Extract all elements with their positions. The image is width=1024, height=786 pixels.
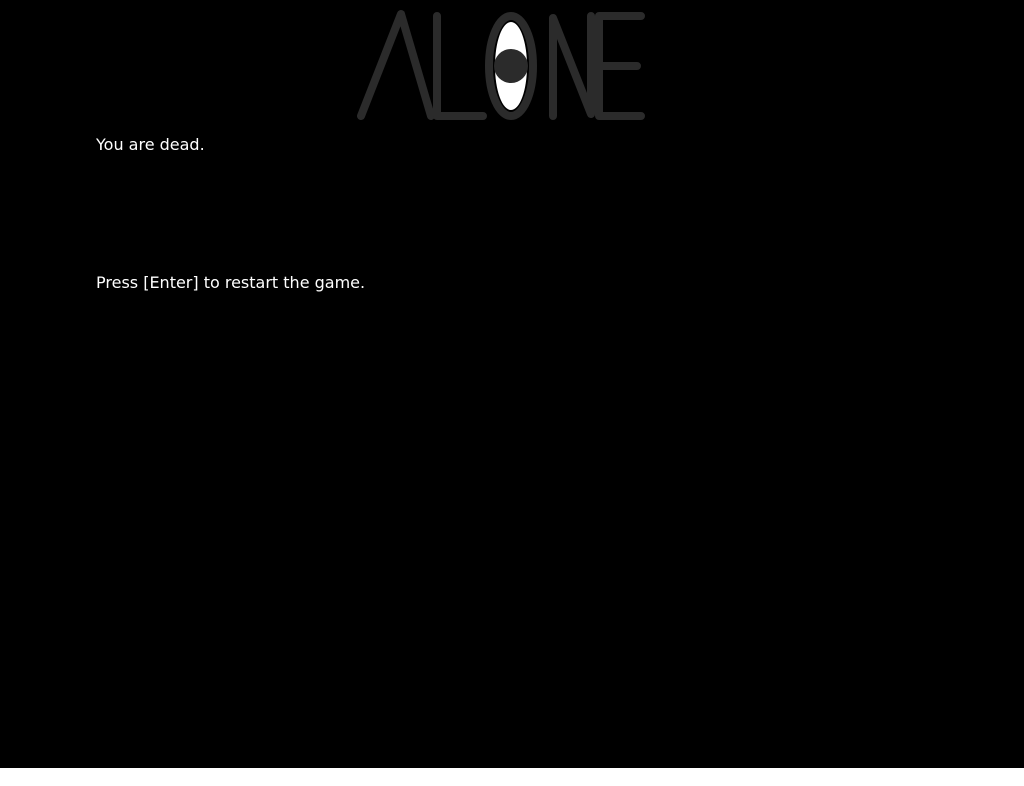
logo-letter-a (357, 10, 435, 120)
game-logo (355, 8, 647, 122)
logo-letter-e (595, 12, 645, 120)
game-screen: You are dead. Press [Enter] to restart t… (0, 0, 1024, 768)
restart-prompt: Press [Enter] to restart the game. (96, 273, 366, 292)
logo-eye-pupil (494, 49, 528, 83)
death-message: You are dead. (96, 135, 205, 154)
alone-logo-graphic (357, 10, 645, 120)
bottom-strip (0, 768, 1024, 786)
logo-letter-l (433, 12, 487, 120)
logo-letter-n (549, 12, 595, 120)
